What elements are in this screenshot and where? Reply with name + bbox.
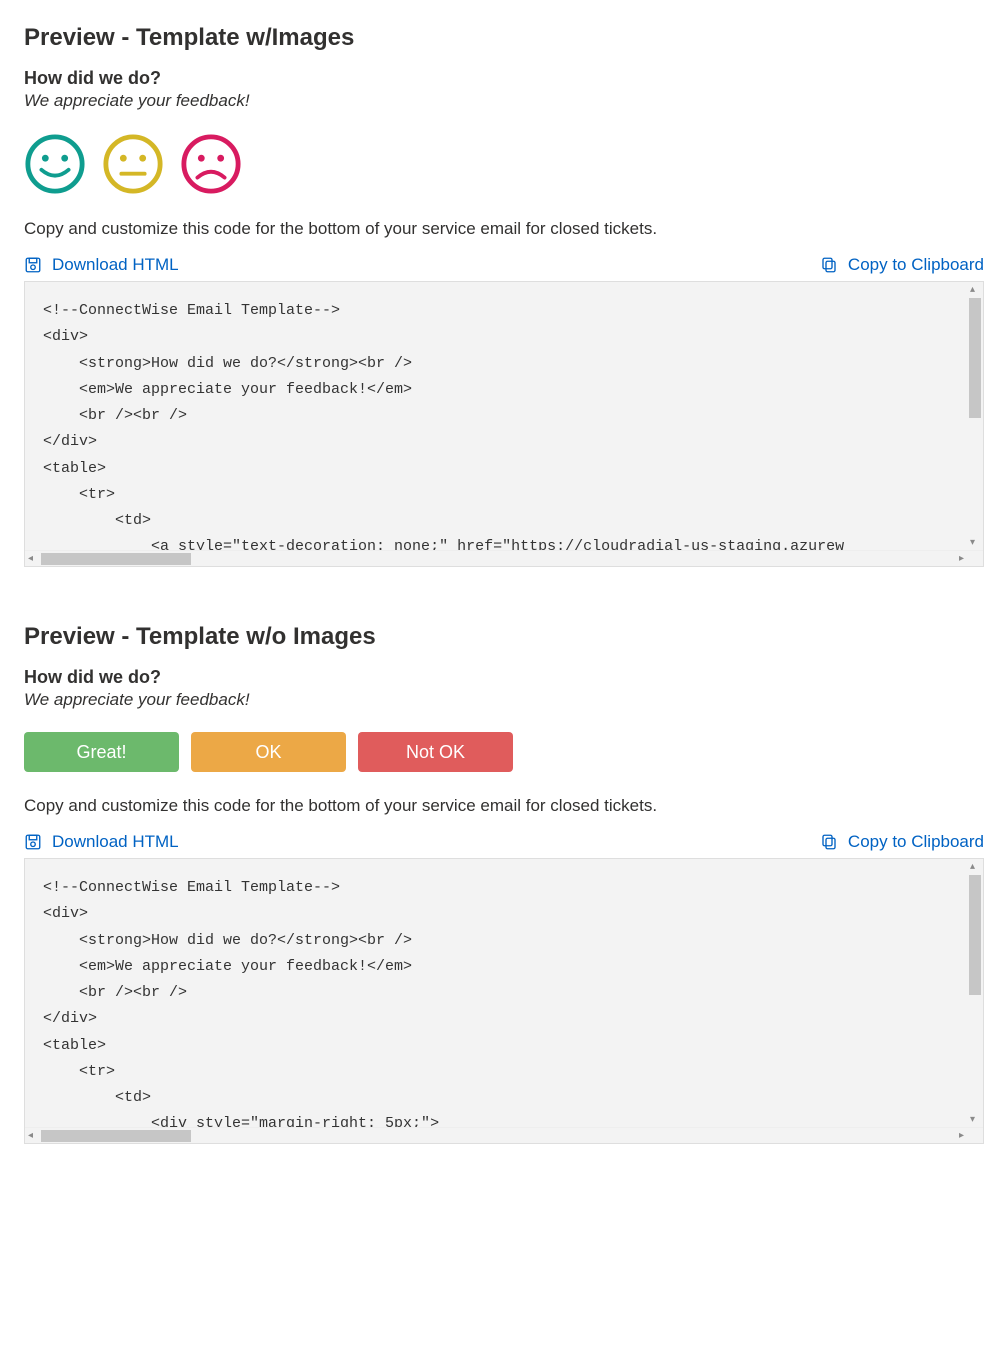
scroll-down-icon[interactable]: ▾ [970,1114,975,1125]
template-with-images-section: Preview - Template w/Images How did we d… [24,24,984,567]
download-html-link[interactable]: Download HTML [24,832,179,852]
happy-face-icon[interactable] [24,133,86,195]
scroll-horizontal[interactable]: ◂ ▸ [25,1127,983,1143]
scroll-horizontal[interactable]: ◂ ▸ [25,550,983,566]
neutral-face-icon[interactable] [102,133,164,195]
download-html-label: Download HTML [52,832,179,852]
buttons-row: Great! OK Not OK [24,732,984,772]
clipboard-icon [820,833,838,851]
scroll-h-thumb[interactable] [41,1130,191,1142]
copy-clipboard-link[interactable]: Copy to Clipboard [820,255,984,275]
section-title: Preview - Template w/Images [24,24,984,52]
scroll-up-icon[interactable]: ▴ [970,284,975,295]
scroll-left-icon[interactable]: ◂ [28,553,33,564]
copy-clipboard-link[interactable]: Copy to Clipboard [820,832,984,852]
scroll-left-icon[interactable]: ◂ [28,1130,33,1141]
scroll-right-icon[interactable]: ▸ [959,1130,964,1141]
scroll-down-icon[interactable]: ▾ [970,537,975,548]
scroll-vertical[interactable]: ▴ ▾ [967,859,983,1127]
code-block[interactable]: <!--ConnectWise Email Template--> <div> … [25,859,983,1127]
copy-clipboard-label: Copy to Clipboard [848,255,984,275]
code-block[interactable]: <!--ConnectWise Email Template--> <div> … [25,282,983,550]
not-ok-button[interactable]: Not OK [358,732,513,772]
feedback-subheading: We appreciate your feedback! [24,91,984,111]
template-without-images-section: Preview - Template w/o Images How did we… [24,623,984,1144]
code-wrap: <!--ConnectWise Email Template--> <div> … [24,281,984,567]
ok-button[interactable]: OK [191,732,346,772]
scroll-v-thumb[interactable] [969,298,981,418]
code-wrap: <!--ConnectWise Email Template--> <div> … [24,858,984,1144]
faces-row [24,133,984,195]
feedback-heading: How did we do? [24,68,984,89]
action-row: Download HTML Copy to Clipboard [24,832,984,852]
copy-instruction: Copy and customize this code for the bot… [24,219,984,239]
scroll-vertical[interactable]: ▴ ▾ [967,282,983,550]
scroll-up-icon[interactable]: ▴ [970,861,975,872]
download-html-label: Download HTML [52,255,179,275]
clipboard-icon [820,256,838,274]
copy-clipboard-label: Copy to Clipboard [848,832,984,852]
feedback-heading: How did we do? [24,667,984,688]
download-html-link[interactable]: Download HTML [24,255,179,275]
great-button[interactable]: Great! [24,732,179,772]
section-title: Preview - Template w/o Images [24,623,984,651]
save-icon [24,833,42,851]
feedback-subheading: We appreciate your feedback! [24,690,984,710]
save-icon [24,256,42,274]
scroll-right-icon[interactable]: ▸ [959,553,964,564]
action-row: Download HTML Copy to Clipboard [24,255,984,275]
scroll-h-thumb[interactable] [41,553,191,565]
sad-face-icon[interactable] [180,133,242,195]
copy-instruction: Copy and customize this code for the bot… [24,796,984,816]
scroll-v-thumb[interactable] [969,875,981,995]
